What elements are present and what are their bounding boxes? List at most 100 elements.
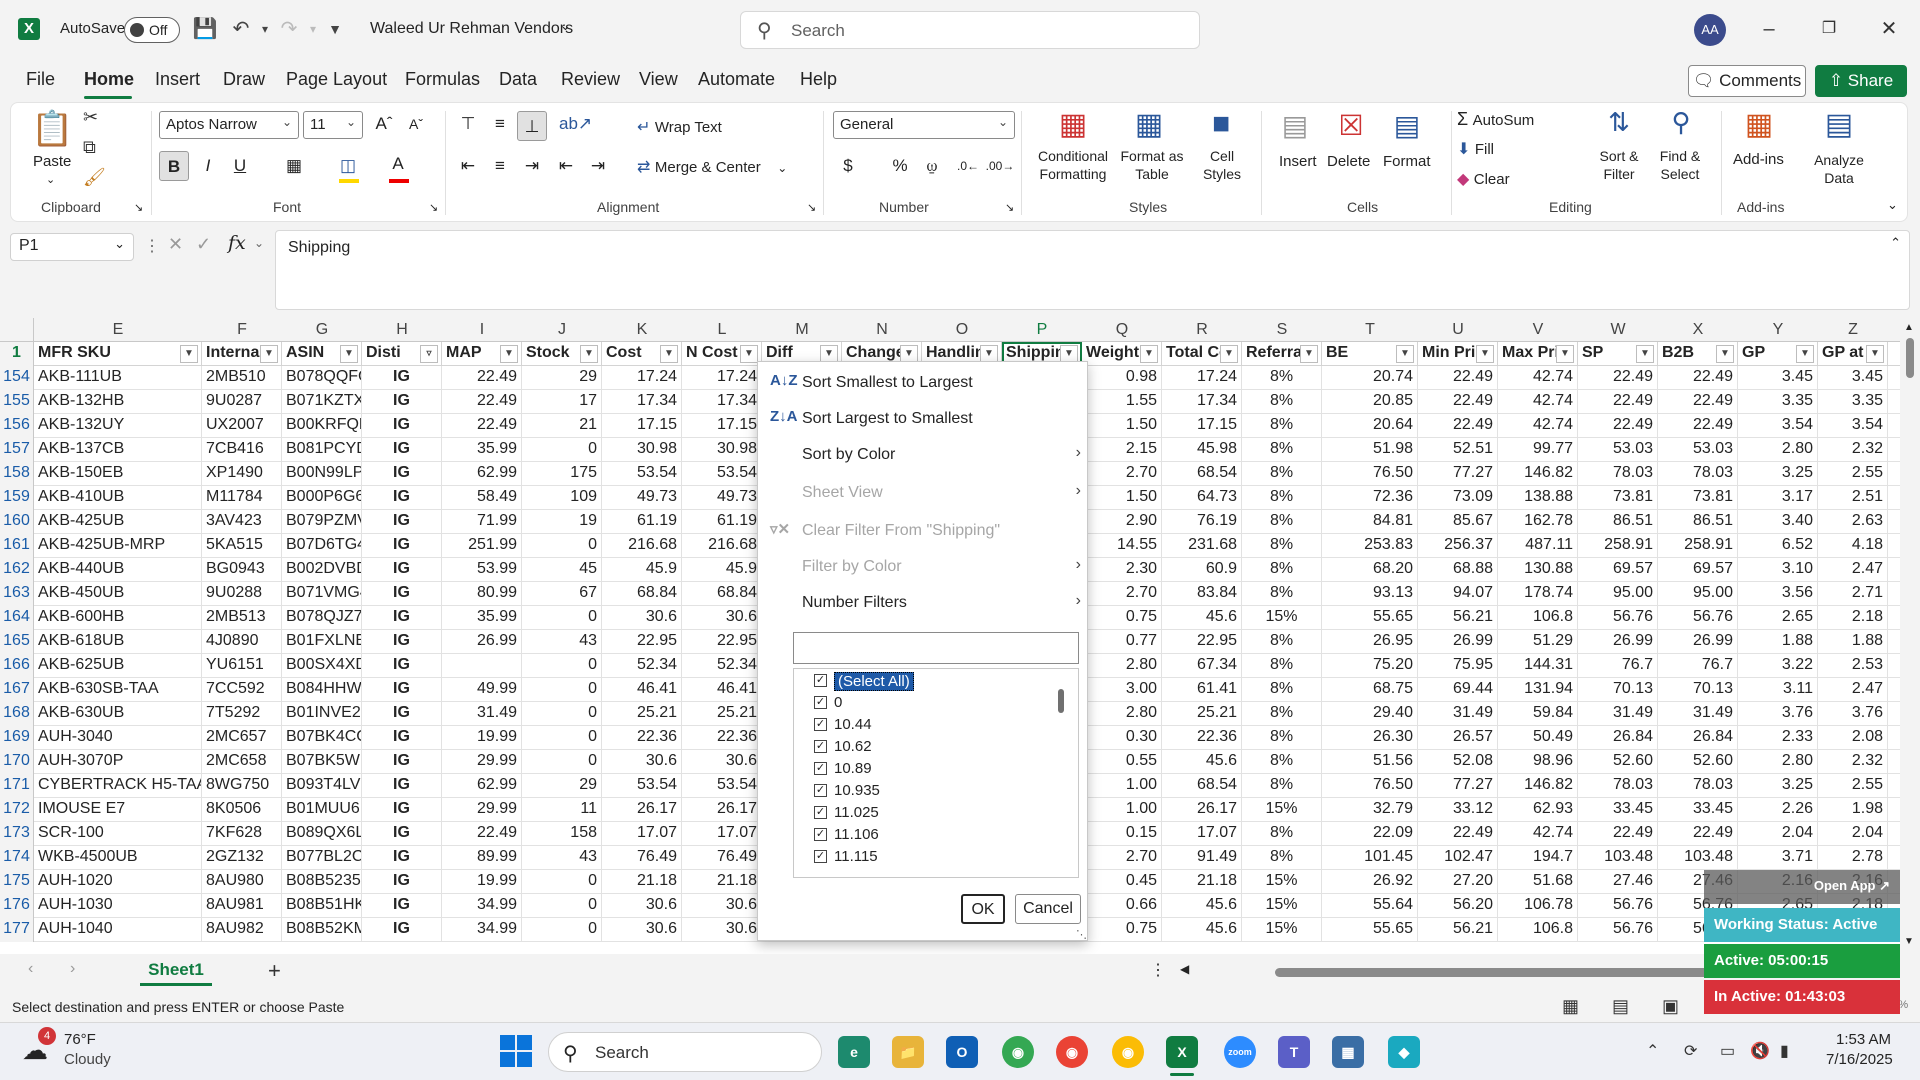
table-cell[interactable]: 68.54 — [1162, 462, 1242, 486]
table-cell[interactable]: 94.07 — [1418, 582, 1498, 606]
table-cell[interactable]: 31.49 — [1418, 702, 1498, 726]
table-cell[interactable]: 89.99 — [442, 846, 522, 870]
table-cell[interactable]: 45.9 — [602, 558, 682, 582]
table-cell[interactable]: 78.03 — [1658, 462, 1738, 486]
table-cell[interactable]: 73.81 — [1658, 486, 1738, 510]
table-cell[interactable]: 22.49 — [1418, 366, 1498, 390]
table-cell[interactable]: 109 — [522, 486, 602, 510]
row-number[interactable]: 161 — [0, 534, 34, 558]
table-cell[interactable]: 56.76 — [1578, 918, 1658, 942]
row-number[interactable]: 172 — [0, 798, 34, 822]
underline-button[interactable]: U — [225, 151, 255, 181]
table-cell[interactable]: 2GZ132 — [202, 846, 282, 870]
column-header-l[interactable]: L — [682, 321, 762, 339]
ok-button[interactable]: OK — [961, 894, 1005, 924]
table-cell[interactable]: 46.41 — [682, 678, 762, 702]
chrome-profile2-icon[interactable]: ◉ — [1112, 1036, 1144, 1068]
teams-icon[interactable]: T — [1278, 1036, 1310, 1068]
number-format-select[interactable]: General ⌄ — [833, 111, 1015, 139]
table-cell[interactable]: 73.81 — [1578, 486, 1658, 510]
header-cell[interactable]: SP ▼ — [1578, 342, 1658, 366]
table-cell[interactable]: AUH-3070P — [34, 750, 202, 774]
table-cell[interactable]: 53.54 — [602, 774, 682, 798]
column-header-y[interactable]: Y — [1738, 321, 1818, 339]
table-cell[interactable]: 26.17 — [602, 798, 682, 822]
table-cell[interactable]: 95.00 — [1578, 582, 1658, 606]
filter-dropdown-icon[interactable]: ▼ — [1220, 345, 1238, 363]
table-cell[interactable]: 102.47 — [1418, 846, 1498, 870]
table-cell[interactable]: 8% — [1242, 534, 1322, 558]
table-cell[interactable]: 55.64 — [1322, 894, 1418, 918]
table-cell[interactable]: 30.6 — [602, 894, 682, 918]
taskbar-search[interactable]: ⚲ Search — [548, 1032, 822, 1072]
table-cell[interactable]: 8% — [1242, 846, 1322, 870]
table-cell[interactable]: 22.49 — [442, 414, 522, 438]
table-cell[interactable]: 17.24 — [682, 366, 762, 390]
table-cell[interactable]: 22.49 — [442, 822, 522, 846]
sort-ascending-item[interactable]: A↓Z Sort Smallest to Largest — [758, 368, 1089, 398]
tab-data[interactable]: Data — [499, 69, 537, 90]
addins-icon[interactable]: ▦ — [1739, 107, 1779, 147]
number-filters-item[interactable]: Number Filters › — [758, 588, 1089, 618]
table-cell[interactable]: IG — [362, 606, 442, 630]
table-cell[interactable]: 17.34 — [682, 390, 762, 414]
table-cell[interactable]: 52.08 — [1418, 750, 1498, 774]
header-cell[interactable]: Total Co ▼ — [1162, 342, 1242, 366]
table-cell[interactable]: 19.99 — [442, 870, 522, 894]
table-cell[interactable]: 0.15 — [1082, 822, 1162, 846]
table-cell[interactable]: 76.7 — [1658, 654, 1738, 678]
row-number[interactable]: 167 — [0, 678, 34, 702]
table-cell[interactable]: 75.20 — [1322, 654, 1418, 678]
table-cell[interactable]: 8% — [1242, 750, 1322, 774]
table-cell[interactable]: 77.27 — [1418, 774, 1498, 798]
scroll-down-icon[interactable]: ▼ — [1904, 936, 1914, 947]
tab-review[interactable]: Review — [561, 69, 620, 90]
clock-time[interactable]: 1:53 AM — [1836, 1031, 1891, 1048]
table-cell[interactable]: 3.10 — [1738, 558, 1818, 582]
table-cell[interactable]: IG — [362, 774, 442, 798]
restore-icon[interactable]: ❐ — [1814, 14, 1844, 44]
table-cell[interactable]: 34.99 — [442, 894, 522, 918]
sheet-tab-sheet1[interactable]: Sheet1 — [140, 956, 212, 986]
copy-icon[interactable]: ⧉ — [83, 137, 96, 158]
format-cells-label[interactable]: Format — [1383, 153, 1431, 170]
table-cell[interactable]: 2.80 — [1082, 702, 1162, 726]
table-cell[interactable]: 27.20 — [1418, 870, 1498, 894]
table-cell[interactable]: 29.40 — [1322, 702, 1418, 726]
table-cell[interactable]: 3.71 — [1738, 846, 1818, 870]
table-cell[interactable]: 9U0288 — [202, 582, 282, 606]
table-cell[interactable]: 52.60 — [1658, 750, 1738, 774]
table-cell[interactable]: 45 — [522, 558, 602, 582]
table-cell[interactable]: 8% — [1242, 822, 1322, 846]
table-cell[interactable]: IG — [362, 654, 442, 678]
table-cell[interactable]: 45.6 — [1162, 918, 1242, 942]
table-cell[interactable]: 83.84 — [1162, 582, 1242, 606]
table-cell[interactable]: 2MC658 — [202, 750, 282, 774]
table-cell[interactable]: 76.50 — [1322, 462, 1418, 486]
table-cell[interactable]: 2.71 — [1818, 582, 1888, 606]
row-number[interactable]: 171 — [0, 774, 34, 798]
table-cell[interactable]: 56.21 — [1418, 918, 1498, 942]
table-cell[interactable]: AKB-600HB — [34, 606, 202, 630]
table-cell[interactable]: 3.45 — [1738, 366, 1818, 390]
table-cell[interactable]: 17.24 — [1162, 366, 1242, 390]
table-cell[interactable]: 15% — [1242, 798, 1322, 822]
table-cell[interactable]: B093T4LV — [282, 774, 362, 798]
table-cell[interactable]: 251.99 — [442, 534, 522, 558]
table-cell[interactable]: 19 — [522, 510, 602, 534]
table-cell[interactable]: 14.55 — [1082, 534, 1162, 558]
header-cell[interactable]: Stock ▼ — [522, 342, 602, 366]
table-cell[interactable]: 69.44 — [1418, 678, 1498, 702]
fill-button[interactable]: ⬇ Fill — [1457, 139, 1494, 159]
table-cell[interactable]: B00N99LP — [282, 462, 362, 486]
table-cell[interactable]: 26.99 — [1418, 630, 1498, 654]
wrap-text-button[interactable]: ↵ Wrap Text — [637, 117, 722, 137]
align-bottom-icon[interactable]: ⊥ — [517, 111, 547, 141]
table-cell[interactable]: 1.55 — [1082, 390, 1162, 414]
table-cell[interactable]: 33.45 — [1578, 798, 1658, 822]
column-header-r[interactable]: R — [1162, 321, 1242, 339]
format-as-table-label[interactable]: Format as Table — [1117, 147, 1187, 183]
customize-qat-icon[interactable]: ▼ — [322, 16, 348, 42]
table-cell[interactable]: AKB-410UB — [34, 486, 202, 510]
table-cell[interactable]: 0 — [522, 870, 602, 894]
